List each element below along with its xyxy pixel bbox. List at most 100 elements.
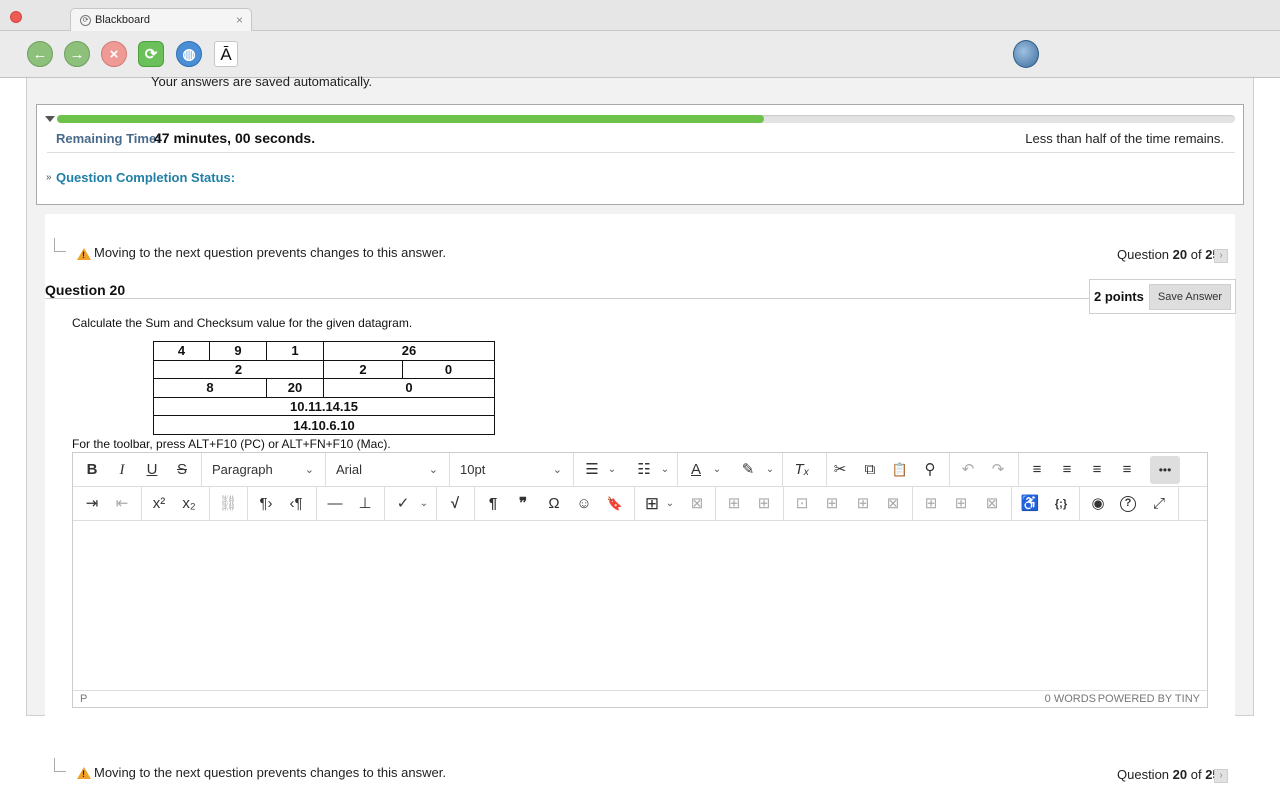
fullscreen-icon[interactable]: ⤢ [1148,490,1170,518]
delete-cell-icon[interactable]: ⊠ [981,490,1003,518]
superscript-icon[interactable]: x² [147,490,171,518]
collapse-toggle-icon[interactable] [45,116,55,122]
browser-tab[interactable]: ⟳ Blackboard × [70,8,252,31]
insert-row-before-icon[interactable]: ⊞ [723,490,745,518]
clear-formatting-icon[interactable]: Tₓ [790,456,814,484]
text-color-icon[interactable]: A [685,456,707,484]
format-select-value: Paragraph [212,462,273,477]
highlight-color-icon[interactable]: ✎ [737,456,759,484]
align-right-icon[interactable]: ≡ [1086,456,1108,484]
table-cell: 20 [266,378,324,398]
spellcheck-icon[interactable]: ✓ [392,490,414,518]
powered-by-link[interactable]: POWERED BY TINY [1098,693,1200,705]
window-close-button[interactable] [10,11,22,23]
back-icon[interactable]: ← [27,41,53,67]
insert-content-icon[interactable]: ⊥ [354,490,376,518]
blockquote-icon[interactable]: ❞ [512,490,534,518]
table-cell: 2 [323,359,403,380]
align-left-icon[interactable]: ≡ [1026,456,1048,484]
save-answer-button[interactable]: Save Answer [1149,284,1231,310]
horizontal-line-icon[interactable]: — [324,490,346,518]
toolbar-separator [1178,487,1179,521]
divider [47,152,1235,153]
reload-icon[interactable]: ⟳ [138,41,164,67]
chevron-down-icon[interactable]: ⌄ [605,456,619,484]
math-equation-icon[interactable]: √ [444,490,466,518]
italic-icon[interactable]: I [111,456,133,484]
title-bar: ⟳ Blackboard × [0,0,1280,31]
merge-cells-icon[interactable]: ⊞ [950,490,972,518]
accessibility-icon[interactable]: ♿ [1019,490,1041,518]
help-icon[interactable]: ? [1120,496,1136,512]
copy-icon[interactable]: ⧉ [859,456,881,484]
rtl-icon[interactable]: ‹¶ [285,490,307,518]
chevron-down-icon[interactable]: ⌄ [417,490,431,518]
font-family-select[interactable]: Arial ⌄ [336,456,446,484]
text-size-icon[interactable]: Ā [214,41,238,67]
table-icon[interactable]: ⊞ [641,490,663,518]
paste-icon[interactable]: 📋 [889,456,911,484]
expand-chevron-icon[interactable]: » [46,172,52,183]
remaining-minutes: 47 [154,130,170,146]
divider [45,298,1090,299]
underline-icon[interactable]: U [141,456,163,484]
word-count[interactable]: 0 WORDS [1045,693,1096,705]
saved-note: Your answers are saved automatically. [151,74,373,89]
insert-column-after-icon[interactable]: ⊞ [852,490,874,518]
special-character-icon[interactable]: Ω [543,490,565,518]
search-icon[interactable]: ⚲ [919,456,941,484]
insert-column-before-icon[interactable]: ⊞ [821,490,843,518]
justify-icon[interactable]: ≡ [1116,456,1138,484]
toolbar-separator [912,487,913,521]
cell-properties-icon[interactable]: ⊡ [791,490,813,518]
preview-icon[interactable]: ◉ [1087,490,1109,518]
redo-icon[interactable]: ↷ [987,456,1009,484]
split-cells-icon[interactable]: ⊞ [920,490,942,518]
strikethrough-icon[interactable]: S [171,456,193,484]
remaining-time-label: Remaining Time: [56,131,161,146]
outdent-icon[interactable]: ⇤ [111,490,133,518]
indent-icon[interactable]: ⇥ [81,490,103,518]
bookmark-icon[interactable]: 🔖 [604,490,626,518]
editor-toolbar-row-1: B I U S Paragraph ⌄ Arial ⌄ 10pt ⌄ ☰ ⌄ ☷ ⌄ … [73,453,1207,487]
delete-table-icon[interactable]: ⊠ [686,490,708,518]
insert-row-after-icon[interactable]: ⊞ [753,490,775,518]
chevron-down-icon[interactable]: ⌄ [763,456,777,484]
question-completion-status-link[interactable]: Question Completion Status: [56,170,235,185]
format-select[interactable]: Paragraph ⌄ [212,456,322,484]
chevron-down-icon[interactable]: ⌄ [710,456,724,484]
favicon-icon: ⟳ [80,15,91,26]
camera-icon[interactable] [1013,40,1039,68]
question-counter-prefix: Question [1117,767,1173,782]
delete-column-icon[interactable]: ⊠ [882,490,904,518]
subscript-icon[interactable]: x₂ [177,490,201,518]
globe-icon[interactable]: ◍ [176,41,202,67]
toolbar-separator [1018,453,1019,487]
unlink-icon[interactable]: ⛓ [217,490,239,518]
answer-text-area[interactable] [73,522,1207,689]
ltr-icon[interactable]: ¶› [255,490,277,518]
question-counter: Question 20 of 25 [1117,767,1220,782]
more-options-icon[interactable]: ••• [1150,456,1180,484]
paragraph-mark-icon[interactable]: ¶ [482,490,504,518]
bullet-list-icon[interactable]: ☰ [581,456,603,484]
stop-icon[interactable]: × [101,41,127,67]
emoji-icon[interactable]: ☺ [573,490,595,518]
undo-icon[interactable]: ↶ [957,456,979,484]
warning-icon [77,767,91,779]
source-code-icon[interactable]: {;} [1049,490,1073,518]
question-title: Question 20 [45,282,126,298]
align-center-icon[interactable]: ≡ [1056,456,1078,484]
element-path[interactable]: P [80,693,87,705]
bold-icon[interactable]: B [81,456,103,484]
chevron-down-icon: ⌄ [552,464,562,476]
cut-icon[interactable]: ✂ [829,456,851,484]
numbered-list-icon[interactable]: ☷ [633,456,655,484]
forward-icon[interactable]: → [64,41,90,67]
next-question-button[interactable]: › [1214,249,1228,263]
chevron-down-icon[interactable]: ⌄ [658,456,672,484]
font-size-select[interactable]: 10pt ⌄ [460,456,570,484]
chevron-down-icon[interactable]: ⌄ [664,490,676,518]
tab-close-icon[interactable]: × [236,13,243,27]
next-question-button[interactable]: › [1214,769,1228,783]
